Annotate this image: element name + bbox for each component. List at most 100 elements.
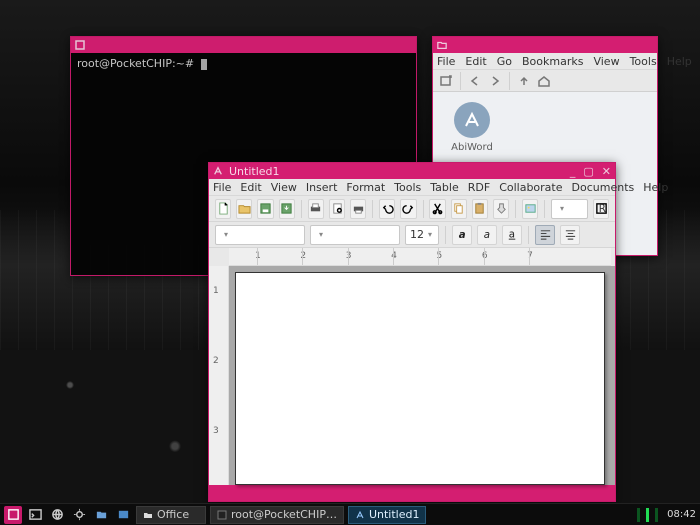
task-label: Office xyxy=(157,508,189,521)
divider xyxy=(515,200,516,218)
abi-menu-tools[interactable]: Tools xyxy=(394,181,421,194)
system-tray xyxy=(637,508,658,522)
open-button[interactable] xyxy=(236,199,252,219)
divider xyxy=(528,226,529,244)
fm-menu-bookmarks[interactable]: Bookmarks xyxy=(522,55,583,68)
abi-menu-documents[interactable]: Documents xyxy=(572,181,635,194)
maximize-button[interactable]: ▢ xyxy=(583,165,593,178)
sys-indicator-2[interactable] xyxy=(646,508,649,522)
abiword-app-icon[interactable]: AbiWord xyxy=(443,102,501,153)
up-icon[interactable] xyxy=(517,74,531,88)
fm-titlebar[interactable] xyxy=(433,37,657,53)
print-button[interactable] xyxy=(308,199,324,219)
vertical-ruler[interactable]: 123 xyxy=(209,266,229,485)
abiword-toolbar-1: R xyxy=(209,196,615,222)
abi-menu-collaborate[interactable]: Collaborate xyxy=(499,181,562,194)
terminal-titlebar[interactable] xyxy=(71,37,416,53)
task-label: root@PocketCHIP… xyxy=(231,508,337,521)
abiword-window[interactable]: Untitled1 _ ▢ ✕ File Edit View Insert Fo… xyxy=(208,162,616,502)
sys-indicator-3[interactable] xyxy=(655,508,658,522)
align-left-button[interactable] xyxy=(535,225,555,245)
files-launcher[interactable] xyxy=(92,506,110,524)
abiword-app-label: AbiWord xyxy=(443,142,501,153)
abi-menu-rdf[interactable]: RDF xyxy=(468,181,490,194)
italic-button[interactable]: a xyxy=(477,225,497,245)
divider xyxy=(301,200,302,218)
fm-menu-file[interactable]: File xyxy=(437,55,455,68)
undo-button[interactable] xyxy=(379,199,395,219)
abiword-title: Untitled1 xyxy=(229,165,280,178)
svg-text:R: R xyxy=(598,204,605,215)
home-icon[interactable] xyxy=(537,74,551,88)
toggle-ruler-button[interactable]: R xyxy=(593,199,609,219)
underline-button[interactable]: a xyxy=(502,225,522,245)
abiword-logo-icon xyxy=(454,102,490,138)
fm-toolbar xyxy=(433,70,657,92)
clock[interactable]: 08:42 xyxy=(662,509,696,520)
insert-image-button[interactable] xyxy=(522,199,538,219)
divider xyxy=(544,200,545,218)
terminal-icon xyxy=(75,40,85,50)
new-doc-button[interactable] xyxy=(215,199,231,219)
zoom-combo[interactable] xyxy=(551,199,588,219)
forward-icon[interactable] xyxy=(488,74,502,88)
back-icon[interactable] xyxy=(468,74,482,88)
terminal-launcher[interactable] xyxy=(26,506,44,524)
abi-menu-table[interactable]: Table xyxy=(430,181,458,194)
font-size-combo[interactable]: 12 xyxy=(405,225,439,245)
print-direct-button[interactable] xyxy=(350,199,366,219)
abiword-logo-icon xyxy=(213,166,223,176)
task-label: Untitled1 xyxy=(369,508,420,521)
copy-button[interactable] xyxy=(451,199,467,219)
print-preview-button[interactable] xyxy=(329,199,345,219)
horizontal-ruler[interactable]: 1234567 xyxy=(229,248,611,266)
abi-menu-edit[interactable]: Edit xyxy=(240,181,261,194)
abi-menu-help[interactable]: Help xyxy=(643,181,668,194)
vruler-tick: 2 xyxy=(213,356,219,366)
folder-icon xyxy=(143,510,153,520)
task-terminal[interactable]: root@PocketCHIP… xyxy=(210,506,344,524)
abi-menu-format[interactable]: Format xyxy=(346,181,385,194)
show-desktop-button[interactable] xyxy=(114,506,132,524)
abi-menu-view[interactable]: View xyxy=(271,181,297,194)
save-button[interactable] xyxy=(257,199,273,219)
divider xyxy=(445,226,446,244)
divider xyxy=(460,72,461,90)
close-button[interactable]: ✕ xyxy=(602,165,611,178)
align-center-button[interactable] xyxy=(560,225,580,245)
browser-launcher[interactable] xyxy=(48,506,66,524)
new-tab-icon[interactable] xyxy=(439,74,453,88)
abiword-titlebar[interactable]: Untitled1 _ ▢ ✕ xyxy=(209,163,615,179)
paragraph-style-combo[interactable] xyxy=(215,225,305,245)
minimize-button[interactable]: _ xyxy=(570,165,576,178)
task-abiword[interactable]: Untitled1 xyxy=(348,506,427,524)
redo-button[interactable] xyxy=(400,199,416,219)
fm-menu-help[interactable]: Help xyxy=(667,55,692,68)
paste-button[interactable] xyxy=(472,199,488,219)
format-painter-button[interactable] xyxy=(493,199,509,219)
fm-menu-view[interactable]: View xyxy=(593,55,619,68)
abi-menu-insert[interactable]: Insert xyxy=(306,181,338,194)
fm-menu-tools[interactable]: Tools xyxy=(630,55,657,68)
taskbar: Office root@PocketCHIP… Untitled1 08:42 xyxy=(0,503,700,525)
svg-text:a: a xyxy=(508,229,514,240)
abiword-toolbar-2: 12 a a a xyxy=(209,222,615,248)
bold-button[interactable]: a xyxy=(452,225,472,245)
document-page[interactable] xyxy=(235,272,605,485)
terminal-cursor xyxy=(201,59,207,70)
task-office[interactable]: Office xyxy=(136,506,206,524)
app-menu-button[interactable] xyxy=(4,506,22,524)
fm-menu-edit[interactable]: Edit xyxy=(465,55,486,68)
svg-text:a: a xyxy=(483,230,489,241)
divider xyxy=(509,72,510,90)
font-family-combo[interactable] xyxy=(310,225,400,245)
abi-menu-file[interactable]: File xyxy=(213,181,231,194)
folder-icon xyxy=(437,40,447,50)
cut-button[interactable] xyxy=(429,199,445,219)
document-area: 123 xyxy=(209,266,615,485)
fm-menu-go[interactable]: Go xyxy=(497,55,512,68)
size-value: 12 xyxy=(410,228,424,241)
sys-indicator-1[interactable] xyxy=(637,508,640,522)
settings-launcher[interactable] xyxy=(70,506,88,524)
save-as-button[interactable] xyxy=(279,199,295,219)
